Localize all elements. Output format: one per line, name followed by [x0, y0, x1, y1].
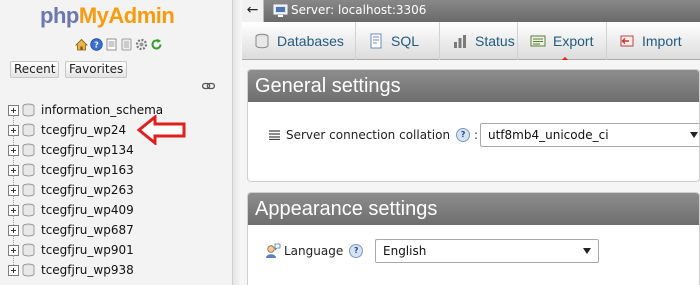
- database-icon: [22, 263, 35, 277]
- chevron-down-icon: [690, 132, 698, 138]
- expand-icon[interactable]: [8, 244, 19, 256]
- general-settings-title: General settings: [248, 70, 699, 102]
- language-value: English: [383, 244, 427, 258]
- phpmyadmin-logo[interactable]: phpMyAdmin: [40, 3, 175, 29]
- collapse-nav-button[interactable]: ←: [242, 0, 264, 22]
- expand-icon[interactable]: [8, 204, 19, 216]
- docs-icon[interactable]: [105, 38, 118, 51]
- menu-import[interactable]: Import: [607, 22, 700, 60]
- nav-icon-bar: ?: [75, 38, 163, 51]
- logo-text-php: php: [40, 3, 79, 28]
- database-item[interactable]: tcegfjru_wp687: [8, 220, 163, 245]
- main-content: General settings Server connection colla…: [242, 60, 700, 285]
- menu-label: SQL: [391, 33, 420, 49]
- database-name[interactable]: tcegfjru_wp687: [41, 223, 134, 237]
- chevron-down-icon: [583, 248, 591, 254]
- database-icon: [22, 163, 35, 177]
- appearance-settings-title: Appearance settings: [248, 193, 699, 225]
- home-icon[interactable]: [75, 38, 88, 51]
- database-name[interactable]: tcegfjru_wp163: [41, 163, 134, 177]
- database-name[interactable]: tcegfjru_wp263: [41, 183, 134, 197]
- annotation-arrow-left-icon: [137, 115, 186, 145]
- expand-icon[interactable]: [8, 224, 19, 236]
- menu-status[interactable]: Status: [440, 22, 518, 60]
- logo-text-myadmin: MyAdmin: [78, 3, 175, 28]
- reload-icon[interactable]: [150, 38, 163, 51]
- menu-label: Status: [475, 33, 515, 49]
- settings-icon[interactable]: [135, 38, 148, 51]
- language-select[interactable]: English: [375, 239, 599, 263]
- database-icon: [22, 143, 35, 157]
- import-icon: [619, 33, 635, 49]
- database-icon: [22, 203, 35, 217]
- menu-export[interactable]: Export: [518, 22, 607, 60]
- navigation-resizer[interactable]: [232, 0, 242, 285]
- general-settings-panel: General settings Server connection colla…: [247, 69, 700, 182]
- menu-label: Import: [642, 33, 682, 49]
- database-item[interactable]: tcegfjru_wp263: [8, 180, 163, 205]
- collation-select[interactable]: utf8mb4_unicode_ci: [480, 123, 699, 147]
- database-icon: [22, 103, 35, 117]
- menu-label: Databases: [277, 33, 344, 49]
- database-icon: [22, 123, 35, 137]
- info-icon[interactable]: ?: [90, 38, 103, 51]
- colon-separator: :: [474, 128, 479, 142]
- expand-icon[interactable]: [8, 124, 19, 136]
- appearance-settings-panel: Appearance settings Language ? English: [247, 192, 700, 285]
- expand-icon[interactable]: [8, 144, 19, 156]
- database-icon: [22, 223, 35, 237]
- link-chain-icon[interactable]: [202, 82, 215, 90]
- database-name[interactable]: tcegfjru_wp134: [41, 143, 134, 157]
- svg-text:?: ?: [94, 41, 99, 50]
- menu-databases[interactable]: Databases: [242, 22, 356, 60]
- database-icon: [254, 33, 270, 49]
- database-name[interactable]: tcegfjru_wp409: [41, 203, 134, 217]
- collation-label: Server connection collation: [286, 128, 451, 142]
- menu-label: Export: [553, 33, 594, 49]
- database-name[interactable]: tcegfjru_wp938: [41, 263, 134, 277]
- database-item[interactable]: tcegfjru_wp901: [8, 240, 163, 265]
- navigation-panel: phpMyAdmin ? Recent Favorites informatio…: [0, 0, 232, 285]
- top-bar: ← Server: localhost:3306: [242, 0, 700, 22]
- docs-alt-icon[interactable]: [120, 38, 133, 51]
- breadcrumb-server[interactable]: Server: localhost:3306: [291, 3, 426, 17]
- language-icon: [266, 243, 281, 258]
- export-icon: [530, 33, 546, 49]
- collation-value: utf8mb4_unicode_ci: [488, 128, 609, 142]
- help-icon[interactable]: ?: [456, 128, 471, 142]
- database-icon: [22, 243, 35, 257]
- favorites-tab[interactable]: Favorites: [65, 61, 128, 78]
- main-menu: Databases SQL Status Export Import: [242, 22, 700, 60]
- database-icon: [22, 183, 35, 197]
- database-name[interactable]: tcegfjru_wp24: [41, 123, 126, 137]
- expand-icon[interactable]: [8, 164, 19, 176]
- menu-sql[interactable]: SQL: [356, 22, 440, 60]
- expand-icon[interactable]: [8, 264, 19, 276]
- status-icon: [452, 33, 468, 49]
- database-item[interactable]: tcegfjru_wp163: [8, 160, 163, 185]
- expand-icon[interactable]: [8, 184, 19, 196]
- list-icon: [269, 130, 280, 140]
- language-row: Language ?: [265, 243, 364, 259]
- server-icon: [273, 4, 288, 17]
- collation-row: Server connection collation ? :: [269, 128, 478, 142]
- language-label: Language: [284, 244, 344, 258]
- expand-icon[interactable]: [8, 104, 19, 116]
- database-item[interactable]: tcegfjru_wp938: [8, 260, 163, 280]
- database-item[interactable]: tcegfjru_wp409: [8, 200, 163, 225]
- sql-icon: [368, 33, 384, 49]
- recent-tab[interactable]: Recent: [10, 61, 60, 78]
- help-icon[interactable]: ?: [349, 244, 364, 258]
- database-name[interactable]: tcegfjru_wp901: [41, 243, 134, 257]
